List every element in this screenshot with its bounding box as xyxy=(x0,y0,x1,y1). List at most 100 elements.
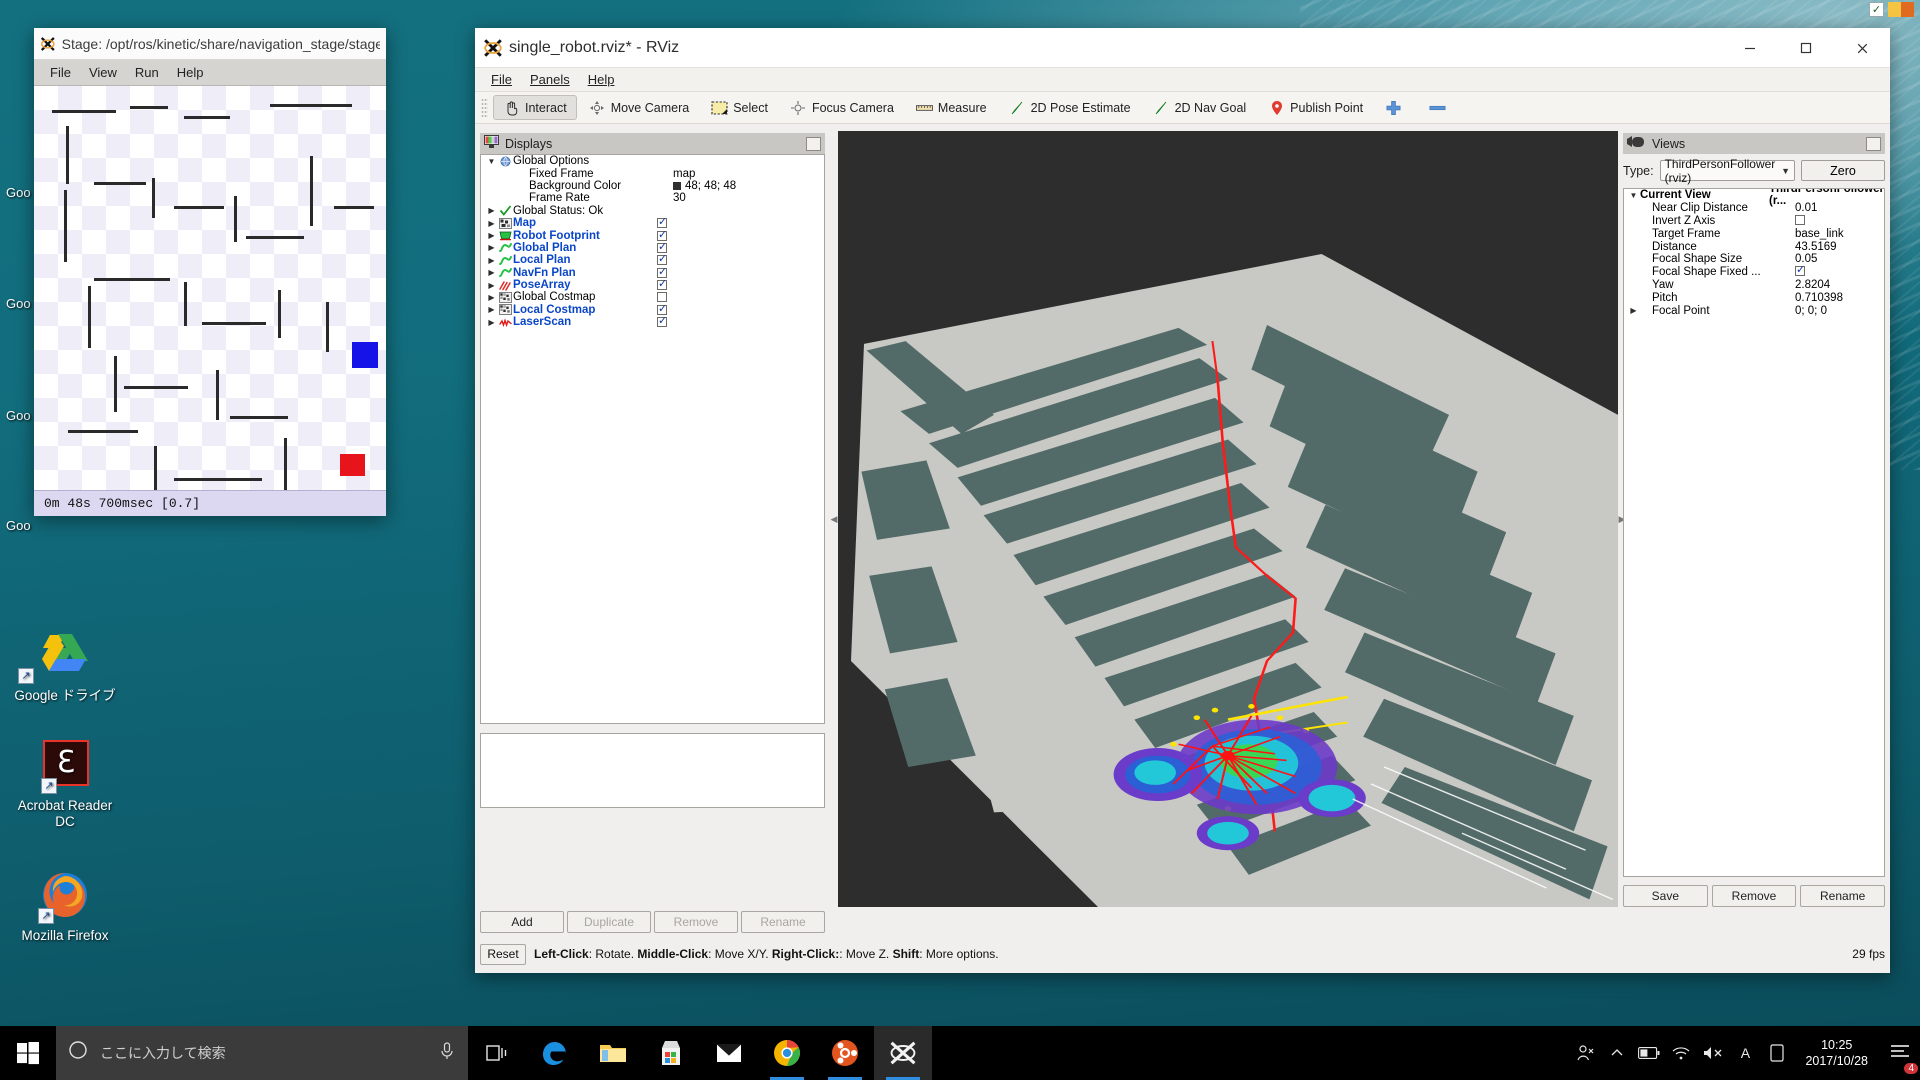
display-row-robot-footprint[interactable]: ▶ Robot Footprint xyxy=(481,228,824,242)
views-button-row[interactable]: Save Remove Rename xyxy=(1623,885,1886,907)
rviz-titlebar[interactable]: single_robot.rviz* - RViz xyxy=(475,28,1890,68)
system-tray[interactable]: A 10:25 2017/10/28 4 xyxy=(1569,1026,1920,1080)
views-row-value[interactable]: 0.01 xyxy=(1795,202,1817,214)
views-float-button[interactable] xyxy=(1866,136,1881,151)
chevron-right-icon[interactable]: ▶ xyxy=(485,305,498,314)
rviz-menu-help[interactable]: Help xyxy=(580,70,623,89)
ime-A-icon[interactable]: A xyxy=(1729,1026,1761,1080)
chevron-right-icon[interactable]: ▶ xyxy=(485,268,498,277)
taskbar-xming[interactable] xyxy=(874,1026,932,1080)
views-row-value[interactable] xyxy=(1795,214,1805,228)
display-enabled-checkbox[interactable] xyxy=(657,277,667,291)
views-rename-button[interactable]: Rename xyxy=(1800,885,1886,907)
views-row-value[interactable]: 43.5169 xyxy=(1795,241,1837,253)
display-row-posearray[interactable]: ▶ PoseArray xyxy=(481,277,824,291)
display-row-frame-rate[interactable]: Frame Rate 30 xyxy=(481,192,824,204)
display-row-navfn-plan[interactable]: ▶ NavFn Plan xyxy=(481,265,824,279)
views-row-value[interactable] xyxy=(1795,263,1805,279)
views-row-value[interactable]: 0; 0; 0 xyxy=(1795,305,1827,317)
left-splitter-handle[interactable]: ◀ xyxy=(830,131,838,907)
views-save-button[interactable]: Save xyxy=(1623,885,1708,907)
display-row-global-costmap[interactable]: ▶ Global Costmap xyxy=(481,291,824,303)
taskbar-clock[interactable]: 10:25 2017/10/28 xyxy=(1793,1037,1880,1069)
toolbar-grip[interactable] xyxy=(481,97,488,118)
tool-measure[interactable]: Measure xyxy=(906,95,997,120)
ime-mode-icon[interactable] xyxy=(1761,1026,1793,1080)
battery-icon[interactable] xyxy=(1633,1026,1665,1080)
taskbar-task-view[interactable] xyxy=(468,1026,526,1080)
display-row-value[interactable]: map xyxy=(673,168,695,180)
views-tree-header[interactable]: ▼ Current View ThirdPersonFollower (r... xyxy=(1624,189,1884,207)
views-row-yaw[interactable]: Yaw 2.8204 xyxy=(1624,279,1884,292)
chevron-right-icon[interactable]: ▶ xyxy=(485,243,498,252)
tool-2d-pose-estimate[interactable]: 2D Pose Estimate xyxy=(999,95,1141,120)
people-icon[interactable] xyxy=(1569,1026,1601,1080)
views-row-checkbox[interactable] xyxy=(1795,214,1805,225)
display-row-global-status-ok[interactable]: ▶ Global Status: Ok xyxy=(481,205,824,217)
chevron-down-icon[interactable]: ▼ xyxy=(1627,191,1640,200)
displays-float-button[interactable] xyxy=(806,136,821,151)
chevron-right-icon[interactable]: ▶ xyxy=(485,206,498,215)
chevron-down-icon[interactable]: ▼ xyxy=(485,157,498,166)
taskbar-mail[interactable] xyxy=(700,1026,758,1080)
display-row-local-costmap[interactable]: ▶ Local Costmap xyxy=(481,302,824,316)
displays-tree[interactable]: ▼ Global Options Fixed Frame map Background … xyxy=(480,154,825,724)
maximize-button[interactable] xyxy=(1778,28,1834,68)
rviz-menu-file[interactable]: File xyxy=(483,70,520,89)
volume-mute-icon[interactable] xyxy=(1697,1026,1729,1080)
display-row-background-color[interactable]: Background Color 48; 48; 48 xyxy=(481,180,824,192)
rviz-toolbar[interactable]: Interact Move Camera Select Focus Camera xyxy=(475,92,1890,124)
rviz-menubar[interactable]: File Panels Help xyxy=(475,68,1890,92)
taskbar-microsoft-store[interactable] xyxy=(642,1026,700,1080)
stage-titlebar[interactable]: Stage: /opt/ros/kinetic/share/navigation… xyxy=(34,28,386,60)
display-row-map[interactable]: ▶ Map xyxy=(481,215,824,229)
tool-publish-point[interactable]: Publish Point xyxy=(1258,95,1373,120)
views-row-distance[interactable]: Distance 43.5169 xyxy=(1624,240,1884,253)
stage-menu-file[interactable]: File xyxy=(42,63,79,82)
stage-menu-run[interactable]: Run xyxy=(127,63,167,82)
chevron-right-icon[interactable]: ▶ xyxy=(485,231,498,240)
wifi-icon[interactable] xyxy=(1665,1026,1697,1080)
views-row-value[interactable]: base_link xyxy=(1795,228,1844,240)
action-center-button[interactable]: 4 xyxy=(1880,1026,1920,1080)
tool-move-camera[interactable]: Move Camera xyxy=(579,95,700,120)
taskbar-edge[interactable] xyxy=(526,1026,584,1080)
rviz-window[interactable]: single_robot.rviz* - RViz File Panels He… xyxy=(475,28,1890,973)
chevron-right-icon[interactable]: ▶ xyxy=(1627,306,1640,315)
stage-menubar[interactable]: File View Run Help xyxy=(34,60,386,86)
tool-add-tool[interactable] xyxy=(1375,95,1417,120)
tool-2d-nav-goal[interactable]: 2D Nav Goal xyxy=(1143,95,1257,120)
views-zero-button[interactable]: Zero xyxy=(1801,160,1885,181)
views-row-focal-point[interactable]: ▶ Focal Point 0; 0; 0 xyxy=(1624,304,1884,317)
display-row-value[interactable] xyxy=(657,277,667,291)
start-button[interactable] xyxy=(0,1026,56,1080)
views-row-invert-z-axis[interactable]: Invert Z Axis xyxy=(1624,214,1884,228)
taskbar-ubuntu[interactable] xyxy=(816,1026,874,1080)
display-row-value[interactable]: 30 xyxy=(673,192,686,204)
views-row-pitch[interactable]: Pitch 0.710398 xyxy=(1624,291,1884,304)
stage-menu-view[interactable]: View xyxy=(81,63,125,82)
displays-duplicate-button[interactable]: Duplicate xyxy=(567,911,651,933)
views-row-focal-shape-fixed[interactable]: Focal Shape Fixed ... xyxy=(1624,263,1884,279)
views-type-select[interactable]: ThirdPersonFollower (rviz) ▼ xyxy=(1659,157,1795,185)
desktop-icon-firefox[interactable]: ↗ Mozilla Firefox xyxy=(6,870,124,944)
display-row-value[interactable] xyxy=(657,314,667,328)
tool-interact[interactable]: Interact xyxy=(493,95,577,120)
displays-remove-button[interactable]: Remove xyxy=(654,911,738,933)
views-row-target-frame[interactable]: Target Frame base_link xyxy=(1624,227,1884,240)
taskbar-chrome[interactable] xyxy=(758,1026,816,1080)
display-enabled-checkbox[interactable] xyxy=(657,314,667,328)
windows-taskbar[interactable]: ここに入力して検索 A 10:25 2017/10/28 4 xyxy=(0,1026,1920,1080)
views-row-value[interactable]: 2.8204 xyxy=(1795,279,1830,291)
close-button[interactable] xyxy=(1834,28,1890,68)
desktop-icon-google-drive[interactable]: ↗ Google ドライブ xyxy=(6,630,124,704)
render-view-3d[interactable] xyxy=(838,131,1618,907)
tool-focus-camera[interactable]: Focus Camera xyxy=(780,95,904,120)
views-row-focal-shape-size[interactable]: Focal Shape Size 0.05 xyxy=(1624,253,1884,266)
display-row-global-options[interactable]: ▼ Global Options xyxy=(481,155,824,167)
tool-remove-tool[interactable] xyxy=(1419,95,1461,120)
display-row-global-plan[interactable]: ▶ Global Plan xyxy=(481,240,824,254)
views-row-value[interactable]: 0.710398 xyxy=(1795,292,1843,304)
window-controls[interactable] xyxy=(1722,28,1890,68)
taskbar-file-explorer[interactable] xyxy=(584,1026,642,1080)
